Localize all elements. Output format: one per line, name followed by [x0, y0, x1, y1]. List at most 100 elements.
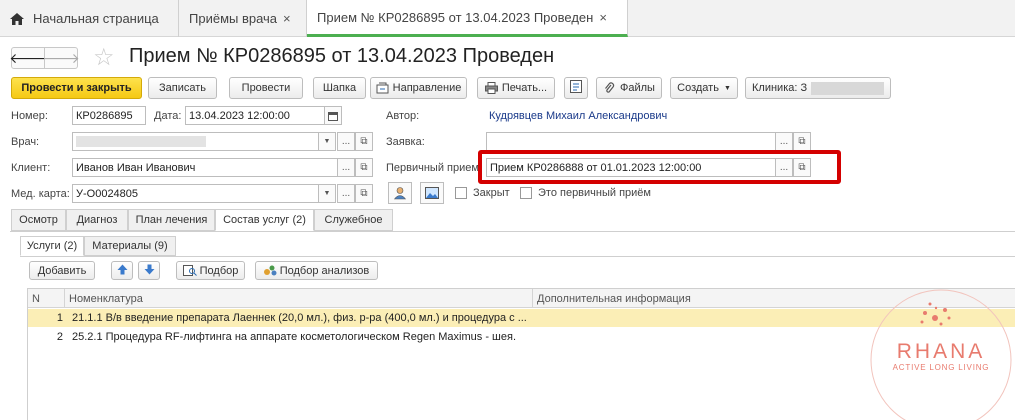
print-button[interactable]: Печать... — [477, 77, 555, 99]
closed-checkbox[interactable] — [455, 187, 467, 199]
table-row[interactable]: 1 21.1.1 В/в введение препарата Лаеннек … — [28, 309, 1015, 327]
create-button[interactable]: Создать ▼ — [670, 77, 738, 99]
report-button[interactable] — [564, 77, 588, 99]
tab-doctor-visits-label: Приёмы врача — [189, 11, 278, 26]
date-field[interactable]: 13.04.2023 12:00:00 — [185, 106, 325, 125]
row-nomenclature: 21.1.1 В/в введение препарата Лаеннек (2… — [72, 312, 527, 324]
row-number: 1 — [56, 312, 63, 324]
post-button[interactable]: Провести — [229, 77, 303, 99]
print-label: Печать... — [501, 82, 548, 94]
client-label: Клиент: — [11, 162, 51, 174]
home-icon — [10, 12, 24, 25]
window-tabbar: Начальная страница Приёмы врача × Прием … — [0, 0, 1015, 37]
tab-materials[interactable]: Материалы (9) — [84, 236, 176, 256]
close-icon[interactable]: × — [283, 11, 291, 26]
page-title: Прием № КР0286895 от 13.04.2023 Проведен — [129, 45, 555, 67]
pick-icon — [182, 265, 197, 276]
header-button[interactable]: Шапка — [313, 77, 366, 99]
paperclip-icon — [603, 82, 616, 94]
author-link[interactable]: Кудрявцев Михаил Александрович — [489, 110, 667, 122]
subtabs-divider — [20, 256, 1015, 257]
client-field[interactable]: Иванов Иван Иванович — [72, 158, 338, 177]
open-icon[interactable]: ⧉ — [355, 158, 373, 177]
watermark-brand: RHANA — [897, 340, 986, 363]
referral-icon — [376, 82, 389, 94]
tab-doctor-visits[interactable]: Приёмы врача × — [179, 0, 307, 37]
ellipsis-button[interactable]: ... — [337, 184, 355, 203]
chevron-down-icon[interactable]: ▼ — [318, 132, 336, 151]
row-nomenclature: 25.2.1 Процедура RF-лифтинга на аппарате… — [72, 331, 517, 343]
chevron-down-icon: ▼ — [723, 84, 731, 92]
highlight-box — [478, 150, 841, 184]
tab-home[interactable]: Начальная страница — [0, 0, 179, 37]
date-label: Дата: — [154, 110, 182, 122]
first-visit-checkbox[interactable] — [520, 187, 532, 199]
pick-analyses-button[interactable]: Подбор анализов — [255, 261, 378, 280]
files-label: Файлы — [620, 82, 655, 94]
tab-services[interactable]: Состав услуг (2) — [215, 209, 314, 231]
clinic-button[interactable]: Клиника: З — [745, 77, 891, 99]
services-table: N Номенклатура Дополнительная информация… — [27, 288, 1015, 420]
referral-button[interactable]: Направление — [370, 77, 467, 99]
arrow-down-icon — [144, 264, 155, 278]
column-header-nomenclature[interactable]: Номенклатура — [65, 289, 533, 308]
row-number: 2 — [56, 331, 63, 343]
rhana-watermark-logo: RHANA ACTIVE LONG LIVING — [868, 280, 1014, 420]
primary-visit-label: Первичный прием — [386, 162, 479, 174]
save-button[interactable]: Записать — [148, 77, 217, 99]
forward-button[interactable]: 🡒 — [42, 47, 80, 69]
report-icon — [570, 80, 582, 96]
tabs-divider — [10, 231, 1015, 232]
doctor-label: Врач: — [11, 136, 40, 148]
favorite-star-icon[interactable]: ☆ — [93, 43, 115, 72]
ellipsis-button[interactable]: ... — [337, 132, 355, 151]
picture-icon[interactable] — [420, 182, 444, 204]
chevron-down-icon[interactable]: ▼ — [318, 184, 336, 203]
tab-diagnosis[interactable]: Диагноз — [66, 209, 128, 231]
ellipsis-button[interactable]: ... — [337, 158, 355, 177]
tab-services-list[interactable]: Услуги (2) — [20, 236, 84, 256]
back-button[interactable]: 🡐 — [9, 47, 47, 69]
table-header: N Номенклатура Дополнительная информация — [28, 289, 1015, 308]
tab-current-document[interactable]: Прием № КР0286895 от 13.04.2023 Проведен… — [307, 0, 628, 37]
table-row[interactable]: 2 25.2.1 Процедура RF-лифтинга на аппара… — [28, 328, 1015, 346]
open-icon[interactable]: ⧉ — [355, 132, 373, 151]
pick-label: Подбор — [199, 264, 239, 277]
pick-analyses-label: Подбор анализов — [279, 264, 370, 277]
column-header-n[interactable]: N — [28, 289, 65, 308]
med-card-field[interactable]: У-О0024805 — [72, 184, 336, 203]
move-down-button[interactable] — [138, 261, 160, 280]
arrow-up-icon — [117, 264, 128, 278]
clinic-label: Клиника: З — [752, 82, 808, 94]
number-field[interactable]: КР0286895 — [72, 106, 146, 125]
ellipsis-button[interactable]: ... — [775, 132, 793, 151]
closed-label: Закрыт — [473, 187, 510, 199]
first-visit-label: Это первичный приём — [538, 187, 651, 199]
calendar-icon[interactable] — [324, 106, 342, 125]
request-label: Заявка: — [386, 136, 425, 148]
open-icon[interactable]: ⧉ — [355, 184, 373, 203]
printer-icon — [484, 82, 498, 94]
tab-exam[interactable]: Осмотр — [11, 209, 66, 231]
arrow-right-icon: 🡒 — [42, 49, 80, 66]
tab-current-label: Прием № КР0286895 от 13.04.2023 Проведен — [317, 9, 594, 25]
open-icon[interactable]: ⧉ — [793, 132, 811, 151]
tab-service-info[interactable]: Служебное — [314, 209, 393, 231]
clinic-name-redacted — [811, 81, 884, 95]
close-icon[interactable]: × — [599, 10, 607, 25]
move-up-button[interactable] — [111, 261, 133, 280]
tab-home-label: Начальная страница — [33, 11, 159, 26]
add-button[interactable]: Добавить — [29, 261, 95, 280]
author-label: Автор: — [386, 110, 420, 122]
number-label: Номер: — [11, 110, 48, 122]
doctor-field[interactable] — [72, 132, 336, 151]
tab-treatment-plan[interactable]: План лечения — [128, 209, 215, 231]
files-button[interactable]: Файлы — [596, 77, 662, 99]
post-and-close-button[interactable]: Провести и закрыть — [11, 77, 142, 99]
med-card-label: Мед. карта: — [11, 188, 70, 200]
patient-icon[interactable] — [388, 182, 412, 204]
arrow-left-icon: 🡐 — [9, 49, 47, 66]
request-field[interactable] — [486, 132, 776, 151]
referral-label: Направление — [392, 82, 462, 94]
pick-button[interactable]: Подбор — [176, 261, 245, 280]
